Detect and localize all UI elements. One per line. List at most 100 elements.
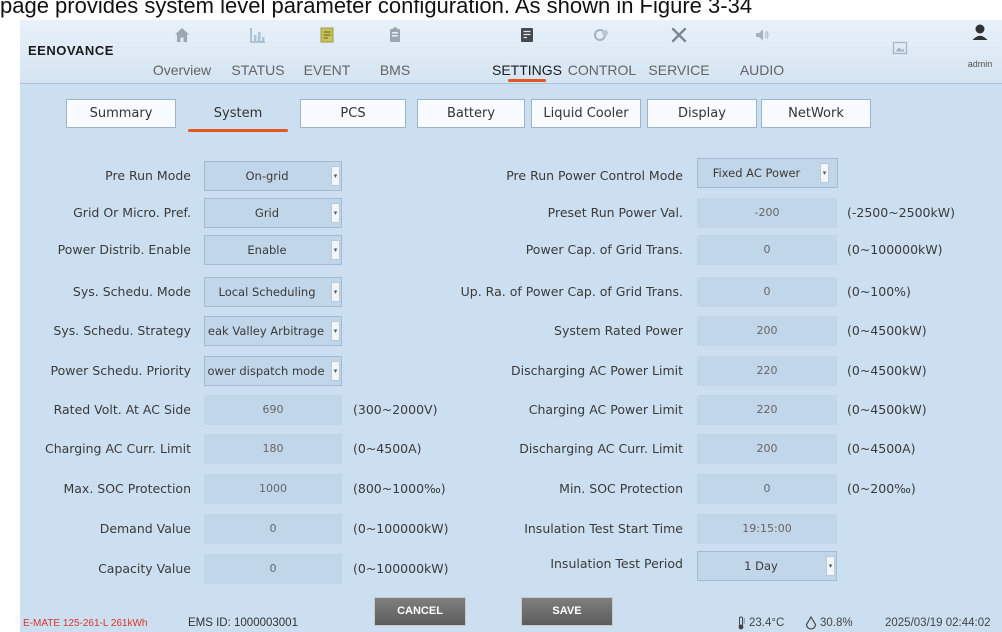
save-button[interactable]: SAVE: [521, 597, 613, 626]
min-soc-protection-range: (0~200‰): [847, 481, 916, 496]
power-cap-grid-trans-input[interactable]: 0: [697, 235, 837, 265]
select-value: eak Valley Arbitrage: [207, 324, 325, 338]
sys-schedu-strategy-label: Sys. Schedu. Strategy: [53, 323, 191, 338]
chevron-down-icon: ▾: [826, 556, 835, 576]
tab-pcs[interactable]: PCS: [300, 99, 406, 128]
preset-run-power-val-input[interactable]: -200: [697, 198, 837, 228]
insulation-test-period-select[interactable]: 1 Day ▾: [697, 551, 837, 581]
chevron-down-icon: ▾: [820, 163, 829, 183]
rated-volt-input[interactable]: 690: [204, 395, 342, 425]
preset-run-power-val-label: Preset Run Power Val.: [547, 205, 683, 220]
max-soc-protection-input[interactable]: 1000: [204, 474, 342, 504]
active-tab-underline: [188, 129, 288, 132]
grid-micro-pref-select[interactable]: Grid ▾: [204, 198, 342, 228]
pre-run-mode-select[interactable]: On-grid ▾: [204, 161, 342, 191]
min-soc-protection-input[interactable]: 0: [697, 474, 837, 504]
insulation-test-period-label: Insulation Test Period: [550, 556, 683, 571]
up-ra-power-cap-label: Up. Ra. of Power Cap. of Grid Trans.: [460, 284, 683, 299]
max-soc-protection-label: Max. SOC Protection: [63, 481, 191, 496]
top-navigation-bar: EENOVANCE Overview STATUS EVENT BMS SETT…: [20, 20, 1002, 84]
chevron-down-icon: ▾: [331, 321, 340, 341]
insulation-test-start-time-input[interactable]: 19:15:00: [697, 514, 837, 544]
demand-value-label: Demand Value: [99, 521, 191, 536]
power-distrib-enable-select[interactable]: Enable ▾: [204, 235, 342, 265]
tab-summary[interactable]: Summary: [66, 99, 176, 128]
user-name: admin: [967, 59, 993, 69]
tab-display[interactable]: Display: [647, 99, 757, 128]
nav-status[interactable]: STATUS: [223, 20, 293, 84]
power-distrib-enable-label: Power Distrib. Enable: [57, 242, 191, 257]
min-soc-protection-label: Min. SOC Protection: [559, 481, 683, 496]
nav-settings[interactable]: SETTINGS: [486, 20, 568, 84]
tab-system[interactable]: System: [188, 99, 288, 128]
discharging-ac-power-limit-range: (0~4500kW): [847, 363, 927, 378]
hmi-screen: EENOVANCE Overview STATUS EVENT BMS SETT…: [20, 20, 1002, 632]
thermometer-icon: [738, 616, 745, 630]
preset-run-power-val-range: (-2500~2500kW): [847, 205, 955, 220]
screenshot-icon: [892, 41, 908, 55]
chevron-down-icon: ▾: [331, 166, 340, 186]
tab-liquid-cooler[interactable]: Liquid Cooler: [531, 99, 641, 128]
charging-ac-power-limit-input[interactable]: 220: [697, 395, 837, 425]
select-value: Grid: [254, 206, 280, 220]
nav-user[interactable]: admin: [960, 20, 1000, 84]
chevron-down-icon: ▾: [331, 361, 340, 381]
nav-control[interactable]: CONTROL: [565, 20, 639, 84]
cancel-button[interactable]: CANCEL: [374, 597, 466, 626]
select-value: Enable: [247, 243, 287, 257]
bar-chart-icon: [250, 28, 265, 43]
home-icon: [175, 28, 189, 42]
demand-value-range: (0~100000kW): [353, 521, 449, 536]
temperature-readout: 23.4°C: [749, 617, 785, 629]
footer-bar: E-MATE 125-261-L 261kWh EMS ID: 10000030…: [20, 590, 1002, 632]
speaker-icon: [756, 29, 769, 41]
nav-audio[interactable]: AUDIO: [732, 20, 792, 84]
chevron-down-icon: ▾: [331, 203, 340, 223]
nav-event[interactable]: EVENT: [297, 20, 357, 84]
max-soc-protection-range: (800~1000‰): [353, 481, 446, 496]
nav-label: BMS: [379, 62, 411, 78]
nav-label: SETTINGS: [491, 62, 562, 78]
discharging-ac-curr-limit-input[interactable]: 200: [697, 434, 837, 464]
nav-overview[interactable]: Overview: [142, 20, 222, 84]
up-ra-power-cap-input[interactable]: 0: [697, 277, 837, 307]
sys-schedu-mode-label: Sys. Schedu. Mode: [72, 284, 191, 299]
select-value: ower dispatch mode: [207, 364, 325, 378]
rated-volt-range: (300~2000V): [353, 402, 438, 417]
humidity-readout: 30.8%: [820, 617, 853, 629]
tab-network[interactable]: NetWork: [761, 99, 871, 128]
discharging-ac-curr-limit-label: Discharging AC Curr. Limit: [519, 441, 683, 456]
power-schedu-priority-select[interactable]: ower dispatch mode ▾: [204, 356, 342, 386]
pre-run-power-control-mode-label: Pre Run Power Control Mode: [506, 168, 683, 183]
event-icon: [320, 27, 334, 43]
power-cap-grid-trans-label: Power Cap. of Grid Trans.: [525, 242, 683, 257]
charging-ac-curr-limit-input[interactable]: 180: [204, 434, 342, 464]
humidity-drop-icon: [805, 616, 817, 630]
select-value: 1 Day: [744, 559, 778, 573]
demand-value-input[interactable]: 0: [204, 514, 342, 544]
discharging-ac-curr-limit-range: (0~4500A): [847, 441, 916, 456]
rated-volt-label: Rated Volt. At AC Side: [53, 402, 191, 417]
nav-service[interactable]: SERVICE: [643, 20, 715, 84]
nav-label: Overview: [152, 62, 212, 78]
capacity-value-label: Capacity Value: [98, 561, 191, 576]
capacity-value-input[interactable]: 0: [204, 554, 342, 584]
select-value: Local Scheduling: [218, 285, 316, 299]
pre-run-power-control-mode-select[interactable]: Fixed AC Power ▾: [697, 158, 838, 188]
nav-label: CONTROL: [567, 62, 637, 78]
datetime-readout: 2025/03/19 02:44:02: [885, 617, 991, 629]
sys-schedu-mode-select[interactable]: Local Scheduling ▾: [204, 277, 342, 307]
power-cap-grid-trans-range: (0~100000kW): [847, 242, 943, 257]
grid-micro-pref-label: Grid Or Micro. Pref.: [73, 205, 191, 220]
system-rated-power-input[interactable]: 200: [697, 316, 837, 346]
insulation-test-start-time-label: Insulation Test Start Time: [524, 521, 683, 536]
document-caption: page provides system level parameter con…: [0, 0, 753, 18]
nav-bms[interactable]: BMS: [370, 20, 420, 84]
sys-schedu-strategy-select[interactable]: eak Valley Arbitrage ▾: [204, 316, 342, 346]
charging-ac-curr-limit-range: (0~4500A): [353, 441, 422, 456]
brand-logo: EENOVANCE: [28, 43, 114, 58]
discharging-ac-power-limit-input[interactable]: 220: [697, 356, 837, 386]
nav-screenshot[interactable]: [880, 20, 920, 84]
tab-battery[interactable]: Battery: [417, 99, 525, 128]
nav-label: EVENT: [303, 62, 351, 78]
